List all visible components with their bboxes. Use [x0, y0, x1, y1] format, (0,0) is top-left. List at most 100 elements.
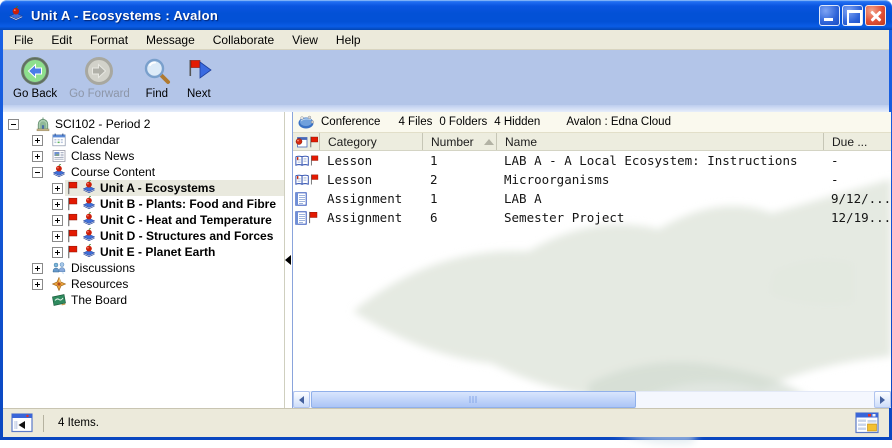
item-status-icon [295, 136, 308, 148]
newspaper-icon [51, 148, 67, 164]
tree-item-discussions[interactable]: Discussions [3, 260, 284, 276]
tree-item-unit-d[interactable]: Unit D - Structures and Forces [3, 228, 284, 244]
expand-box-icon[interactable] [52, 247, 63, 258]
back-arrow-icon [20, 56, 50, 86]
tree-item-unit-e[interactable]: Unit E - Planet Earth [3, 244, 284, 260]
next-flag-icon [184, 56, 214, 86]
menu-help[interactable]: Help [327, 31, 370, 49]
red-flag-icon [310, 173, 319, 186]
go-forward-label: Go Forward [69, 88, 130, 100]
flag-column-icon [309, 136, 319, 148]
scrollbar-thumb[interactable] [311, 391, 636, 408]
status-divider [43, 415, 44, 432]
toolbar: Go Back Go Forward Find Next [3, 50, 889, 112]
item-rows: Lesson 1 LAB A - A Local Ecosystem: Inst… [293, 151, 891, 227]
next-button[interactable]: Next [178, 56, 220, 100]
column-name-label: Name [505, 135, 537, 149]
expand-box-icon[interactable] [52, 231, 63, 242]
menu-edit[interactable]: Edit [42, 31, 81, 49]
tree-item-calendar[interactable]: Calendar [3, 132, 284, 148]
tree-label: Resources [71, 277, 128, 291]
tree-item-course-content[interactable]: Course Content [3, 164, 284, 180]
tree-item-unit-a[interactable]: Unit A - Ecosystems [3, 180, 284, 196]
next-label: Next [187, 88, 211, 100]
sort-ascending-icon [484, 139, 494, 145]
menu-view[interactable]: View [283, 31, 327, 49]
menu-collaborate[interactable]: Collaborate [204, 31, 283, 49]
expand-box-icon[interactable] [32, 263, 43, 274]
close-button[interactable] [865, 5, 886, 26]
tree-label: Unit A - Ecosystems [100, 181, 215, 195]
column-item-type[interactable] [293, 133, 319, 150]
go-back-label: Go Back [13, 88, 57, 100]
cell-category: Lesson [319, 153, 422, 168]
discussions-people-icon [51, 260, 67, 276]
books-apple-icon [81, 228, 97, 244]
app-books-apple-icon[interactable] [7, 6, 25, 24]
menu-bar: File Edit Format Message Collaborate Vie… [3, 30, 889, 50]
column-name[interactable]: Name [496, 133, 823, 150]
main-area: SCI102 - Period 2 Calendar Class News [3, 112, 889, 408]
go-back-button[interactable]: Go Back [7, 56, 63, 100]
horizontal-scrollbar[interactable] [293, 391, 891, 408]
column-category[interactable]: Category [319, 133, 422, 150]
column-category-label: Category [328, 135, 377, 149]
menu-message[interactable]: Message [137, 31, 204, 49]
scroll-right-button[interactable] [874, 391, 891, 408]
expand-box-icon[interactable] [32, 279, 43, 290]
cell-category: Assignment [319, 210, 422, 225]
item-row-lesson-2[interactable]: Lesson 2 Microorganisms - [293, 170, 891, 189]
collapse-panel-arrow-icon[interactable] [285, 255, 291, 265]
menu-file[interactable]: File [5, 31, 42, 49]
tree-item-class-news[interactable]: Class News [3, 148, 284, 164]
panel-splitter[interactable] [285, 112, 292, 408]
collapse-box-icon[interactable] [8, 119, 19, 130]
tree-label: Unit C - Heat and Temperature [100, 213, 272, 227]
magnifier-icon [142, 56, 172, 86]
view-properties-icon[interactable] [855, 412, 879, 434]
toggle-tree-pane-icon[interactable] [11, 413, 33, 433]
chalkboard-icon [51, 292, 67, 308]
item-row-assignment-1[interactable]: Assignment 1 LAB A 9/12/... [293, 189, 891, 208]
conference-type-label: Conference [321, 116, 380, 128]
assignment-notepad-icon [295, 192, 307, 206]
column-due[interactable]: Due ... [823, 133, 891, 150]
conference-info-bar: Conference 4 Files 0 Folders 4 Hidden Av… [293, 112, 891, 133]
forward-arrow-icon [84, 56, 114, 86]
cell-due: 12/19... [823, 210, 891, 225]
expand-box-icon[interactable] [52, 199, 63, 210]
red-flag-icon [67, 229, 78, 243]
menu-format[interactable]: Format [81, 31, 137, 49]
scroll-right-arrow-icon [880, 396, 885, 404]
scroll-left-button[interactable] [293, 391, 310, 408]
expand-box-icon[interactable] [32, 135, 43, 146]
find-button[interactable]: Find [136, 56, 178, 100]
books-apple-icon [81, 180, 97, 196]
column-due-label: Due ... [832, 135, 867, 149]
cell-category: Assignment [319, 191, 422, 206]
tree-item-sci102[interactable]: SCI102 - Period 2 [3, 116, 284, 132]
lesson-book-icon [295, 154, 309, 168]
minimize-button[interactable] [819, 5, 840, 26]
go-forward-button: Go Forward [63, 56, 136, 100]
title-bar[interactable]: Unit A - Ecosystems : Avalon [0, 0, 892, 30]
tree-item-unit-b[interactable]: Unit B - Plants: Food and Fibre [3, 196, 284, 212]
item-row-lesson-1[interactable]: Lesson 1 LAB A - A Local Ecosystem: Inst… [293, 151, 891, 170]
collapse-box-icon[interactable] [32, 167, 43, 178]
books-apple-icon [81, 244, 97, 260]
column-number-label: Number [431, 135, 474, 149]
window-title: Unit A - Ecosystems : Avalon [31, 8, 218, 23]
red-flag-icon [67, 245, 78, 259]
tree-item-the-board[interactable]: The Board [3, 292, 284, 308]
expand-box-icon[interactable] [52, 183, 63, 194]
item-row-assignment-6[interactable]: Assignment 6 Semester Project 12/19... [293, 208, 891, 227]
expand-box-icon[interactable] [52, 215, 63, 226]
expand-box-icon[interactable] [32, 151, 43, 162]
column-number[interactable]: Number [422, 133, 496, 150]
scrollbar-track[interactable] [636, 391, 874, 408]
red-flag-icon [67, 213, 78, 227]
tree-item-unit-c[interactable]: Unit C - Heat and Temperature [3, 212, 284, 228]
maximize-button[interactable] [842, 5, 863, 26]
tree-label: Discussions [71, 261, 135, 275]
tree-item-resources[interactable]: Resources [3, 276, 284, 292]
